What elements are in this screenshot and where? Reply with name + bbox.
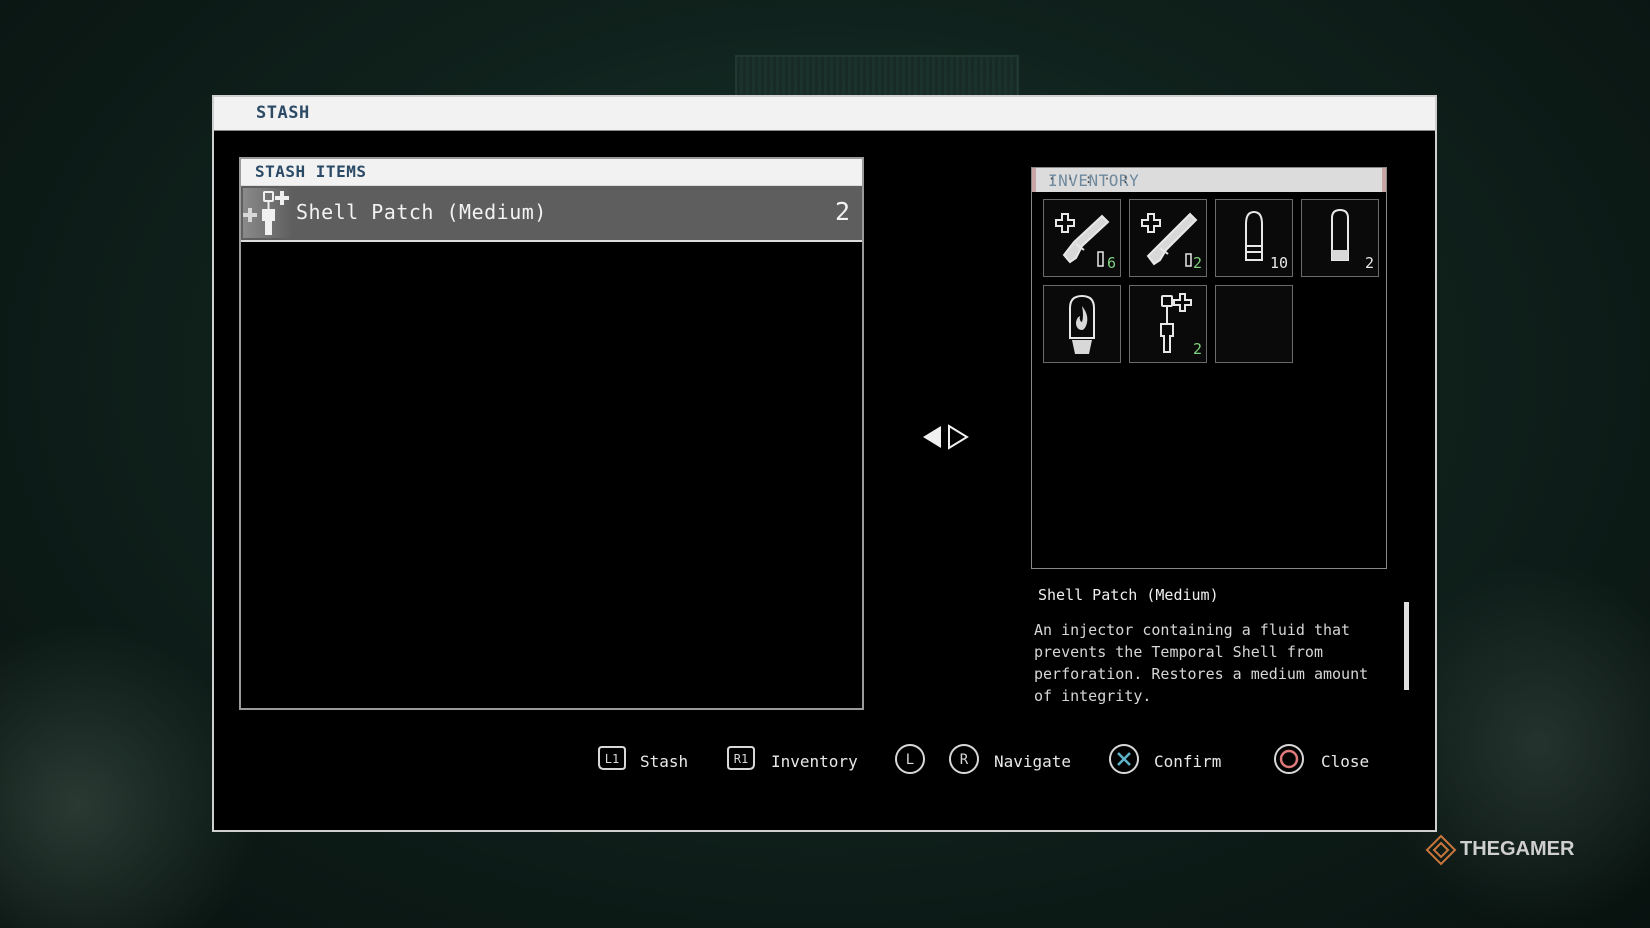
stash-items-title: STASH ITEMS bbox=[255, 162, 367, 181]
cross-button-icon bbox=[1109, 744, 1139, 774]
stash-item-quantity: 2 bbox=[834, 197, 850, 226]
shell-patch-icon bbox=[243, 188, 293, 238]
svg-text:L: L bbox=[906, 752, 914, 768]
inventory-slot[interactable] bbox=[1043, 285, 1121, 363]
stash-item-row[interactable]: Shell Patch (Medium) 2 bbox=[241, 185, 862, 242]
circle-button-icon bbox=[1274, 744, 1304, 774]
left-stick-icon: L bbox=[895, 744, 925, 774]
l1-button-icon: L1 bbox=[598, 746, 626, 770]
arrow-left-icon bbox=[923, 426, 941, 448]
inventory-slot[interactable]: 2 bbox=[1301, 199, 1379, 277]
watermark-text: THEGAMER bbox=[1460, 838, 1575, 860]
svg-text:R: R bbox=[960, 752, 969, 768]
empty-slot[interactable] bbox=[1215, 285, 1293, 363]
stash-item-name: Shell Patch (Medium) bbox=[296, 200, 547, 224]
inventory-header: INVENTORY · · : · : bbox=[1032, 168, 1386, 192]
inventory-slot[interactable]: 10 bbox=[1215, 199, 1293, 277]
stash-items-panel: STASH ITEMS Shell Patch (Medium) 2 bbox=[239, 157, 864, 710]
slot-quantity: 6 bbox=[1106, 254, 1116, 272]
stash-prompt-label: Stash bbox=[640, 752, 689, 771]
svg-text:L1: L1 bbox=[605, 752, 619, 766]
inventory-prompt-label: Inventory bbox=[771, 752, 858, 771]
confirm-prompt-label: Confirm bbox=[1154, 752, 1222, 771]
r1-button-icon: R1 bbox=[727, 746, 755, 770]
fire-grenade-icon bbox=[1069, 294, 1095, 354]
watermark: THEGAMER bbox=[1424, 834, 1594, 866]
inventory-slot[interactable]: 2 bbox=[1129, 199, 1207, 277]
inventory-slot[interactable]: 2 bbox=[1129, 285, 1207, 363]
slot-quantity: 2 bbox=[1192, 340, 1202, 358]
inventory-slot[interactable]: 6 bbox=[1043, 199, 1121, 277]
description-scrollbar[interactable] bbox=[1404, 602, 1409, 690]
svg-text:R1: R1 bbox=[734, 752, 748, 766]
inventory-panel: INVENTORY · · : · : 6 2 10 2 2 bbox=[1031, 167, 1387, 569]
item-description-text: An injector containing a fluid that prev… bbox=[1034, 621, 1369, 705]
stash-window: STASH STASH ITEMS Shell Patch (Medium) 2 bbox=[212, 95, 1437, 832]
close-prompt-label: Close bbox=[1321, 752, 1370, 771]
right-stick-icon: R bbox=[949, 744, 979, 774]
arrow-right-icon bbox=[948, 424, 969, 450]
header-decoration: · · : · : bbox=[1048, 172, 1132, 186]
slot-quantity: 2 bbox=[1192, 254, 1202, 272]
watermark-logo-icon bbox=[1425, 834, 1457, 866]
button-prompts: L1 Stash R1 Inventory L R Navigate Confi… bbox=[214, 742, 1435, 782]
window-title: STASH bbox=[256, 103, 310, 123]
title-bar: STASH bbox=[214, 97, 1435, 131]
item-description-name: Shell Patch (Medium) bbox=[1038, 586, 1219, 604]
stash-items-header: STASH ITEMS bbox=[241, 159, 862, 185]
transfer-arrows[interactable] bbox=[919, 422, 979, 452]
slot-quantity: 10 bbox=[1269, 254, 1288, 272]
slot-quantity: 2 bbox=[1364, 254, 1374, 272]
navigate-prompt-label: Navigate bbox=[994, 752, 1072, 771]
